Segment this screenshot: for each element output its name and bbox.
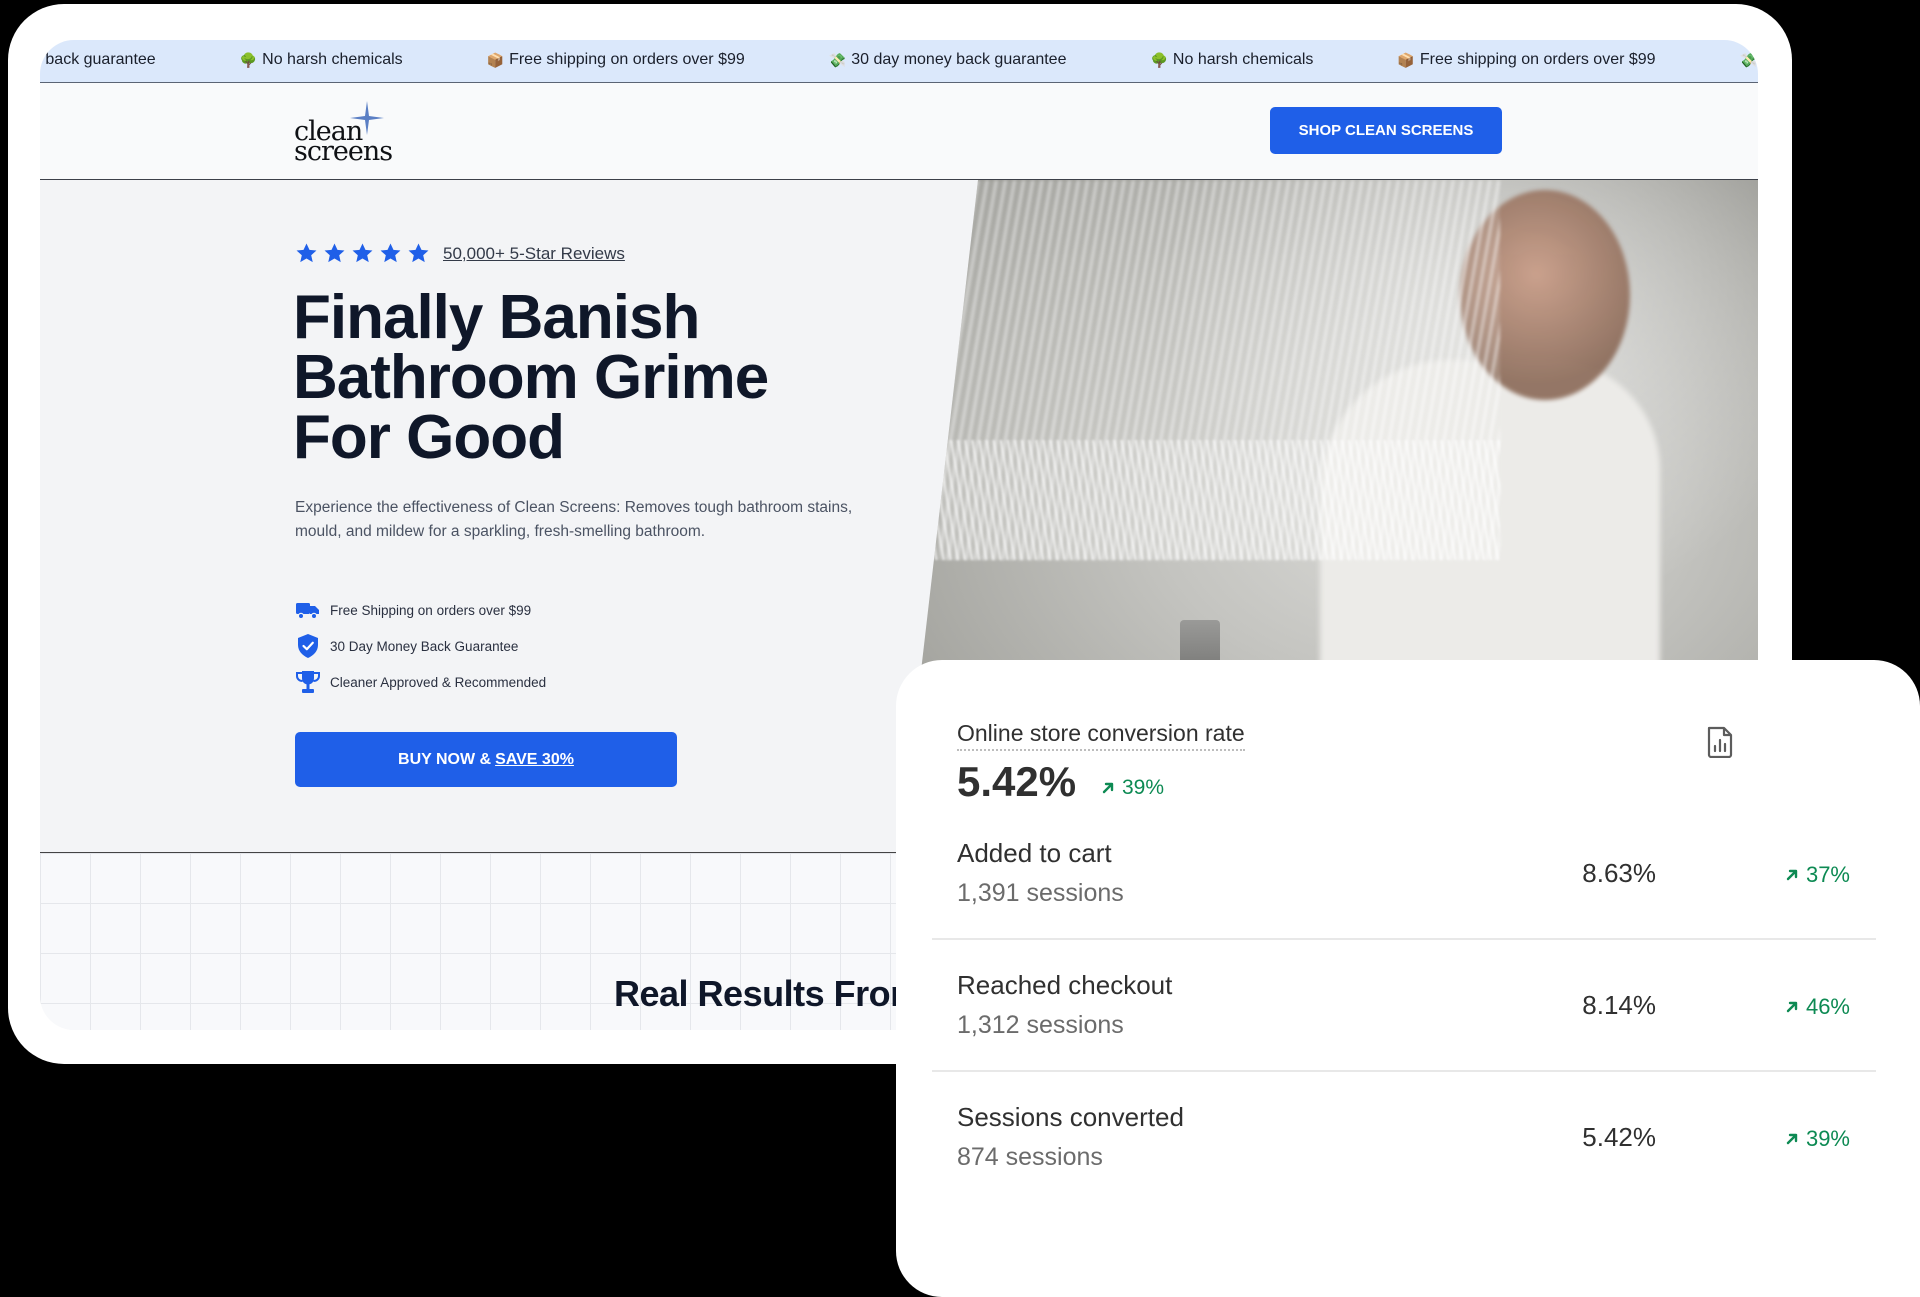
conversion-analytics-card: Online store conversion rate 5.42% 39% A… <box>896 660 1920 1297</box>
arrow-up-right-icon <box>1786 1001 1798 1013</box>
ticker-text: 30 day money back guarantee <box>40 51 156 68</box>
metric-label: Sessions converted <box>957 1102 1184 1132</box>
money-guarantee-icon: 💸 <box>828 51 847 68</box>
ticker-item: 📦 Free shipping on orders over $99 <box>1397 51 1655 69</box>
conversion-rate-change: 39% <box>1100 776 1164 800</box>
hero-image-foam-streak <box>900 440 1500 560</box>
money-guarantee-icon: 💸 <box>1739 51 1757 68</box>
results-title: Real Results From <box>614 973 922 1014</box>
metric-percent: 5.42% <box>1582 1122 1656 1152</box>
ticker-text: No harsh chemicals <box>1172 51 1314 68</box>
star-icon <box>324 243 345 263</box>
buy-now-button[interactable]: BUY NOW & SAVE 30% <box>295 732 677 787</box>
feature-item: Free Shipping on orders over $99 <box>295 592 546 628</box>
ticker-item: 💸30 day money back guarantee <box>40 51 156 69</box>
metric-change: 37% <box>1784 862 1850 888</box>
delivery-truck-icon <box>296 603 319 620</box>
save-discount-label: SAVE 30% <box>495 750 574 768</box>
star-rating <box>295 242 430 265</box>
feature-text: 30 Day Money Back Guarantee <box>330 638 519 654</box>
metric-change: 39% <box>1784 1126 1850 1152</box>
arrow-up-right-icon <box>1786 869 1798 881</box>
report-chart-icon[interactable] <box>1706 726 1734 758</box>
metric-label: Reached checkout <box>957 970 1173 1000</box>
reviews-link[interactable]: 50,000+ 5-Star Reviews <box>443 244 625 264</box>
ticker-text: No harsh chemicals <box>262 51 403 68</box>
package-icon: 📦 <box>486 51 505 68</box>
metric-sessions: 1,312 sessions <box>957 1011 1124 1039</box>
ticker-item: 💸30 day money back guarantee <box>829 51 1067 69</box>
feature-item: Cleaner Approved & Recommended <box>295 664 546 700</box>
metric-change-text: 46% <box>1805 994 1850 1019</box>
buy-now-label: BUY NOW & <box>398 750 492 768</box>
announcement-ticker: 💸30 day money back guarantee🌳No harsh ch… <box>40 40 1758 83</box>
conversion-rate-title[interactable]: Online store conversion rate <box>957 720 1245 751</box>
hero-headline: Finally Banish Bathroom Grime For Good <box>293 283 769 472</box>
shop-clean-screens-button[interactable]: SHOP CLEAN SCREENS <box>1270 107 1502 154</box>
feature-list: Free Shipping on orders over $99 30 Day … <box>295 592 546 700</box>
arrow-up-right-icon <box>1102 782 1114 794</box>
star-icon <box>408 243 429 263</box>
hero-subtext: Experience the effectiveness of Clean Sc… <box>295 499 853 540</box>
ticker-item: 💸30 day money back guarantee <box>1740 51 1758 69</box>
metric-change: 46% <box>1784 994 1850 1020</box>
tree-icon: 🌳 <box>1150 51 1168 68</box>
metric-row-added-to-cart: Added to cart 1,391 sessions 8.63% 37% <box>932 808 1876 940</box>
metric-sessions: 1,391 sessions <box>957 879 1124 907</box>
rating-summary: 50,000+ 5-Star Reviews <box>295 242 625 265</box>
ticker-text: Free shipping on orders over $99 <box>509 51 745 68</box>
metric-percent: 8.63% <box>1582 858 1656 888</box>
metric-sessions: 874 sessions <box>957 1143 1103 1171</box>
package-icon: 📦 <box>1397 51 1415 68</box>
star-icon <box>380 243 401 263</box>
ticker-item: 🌳 No harsh chemicals <box>240 51 403 69</box>
conversion-change-text: 39% <box>1122 776 1165 799</box>
tree-icon: 🌳 <box>239 51 258 68</box>
metric-row-reached-checkout: Reached checkout 1,312 sessions 8.14% 46… <box>932 940 1876 1072</box>
metric-label: Added to cart <box>957 838 1112 868</box>
ticker-text: Free shipping on orders over $99 <box>1419 51 1656 68</box>
ticker-text: 30 day money back guarantee <box>851 51 1067 68</box>
feature-text: Cleaner Approved & Recommended <box>330 674 547 690</box>
star-icon <box>296 243 317 263</box>
feature-text: Free Shipping on orders over $99 <box>330 602 532 618</box>
metric-percent: 8.14% <box>1582 990 1656 1020</box>
conversion-rate-value: 5.42% <box>957 758 1077 805</box>
shield-check-icon <box>298 634 318 658</box>
logo-text-line-2: screens <box>294 136 393 167</box>
clean-screens-logo[interactable]: clean screens <box>294 101 404 165</box>
site-header: clean screens SHOP CLEAN SCREENS <box>40 83 1758 180</box>
arrow-up-right-icon <box>1786 1133 1798 1145</box>
ticker-item: 🌳 No harsh chemicals <box>1150 51 1313 69</box>
trophy-icon <box>296 671 320 693</box>
metric-row-sessions-converted: Sessions converted 874 sessions 5.42% 39… <box>932 1072 1876 1204</box>
ticker-item: 📦 Free shipping on orders over $99 <box>487 51 745 69</box>
feature-item: 30 Day Money Back Guarantee <box>295 628 546 664</box>
metric-change-text: 37% <box>1805 862 1850 887</box>
analytics-card-body: Online store conversion rate 5.42% 39% A… <box>932 690 1876 1290</box>
ticker-track: 💸30 day money back guarantee🌳No harsh ch… <box>40 51 1758 69</box>
metric-change-text: 39% <box>1805 1126 1850 1151</box>
star-icon <box>352 243 373 263</box>
